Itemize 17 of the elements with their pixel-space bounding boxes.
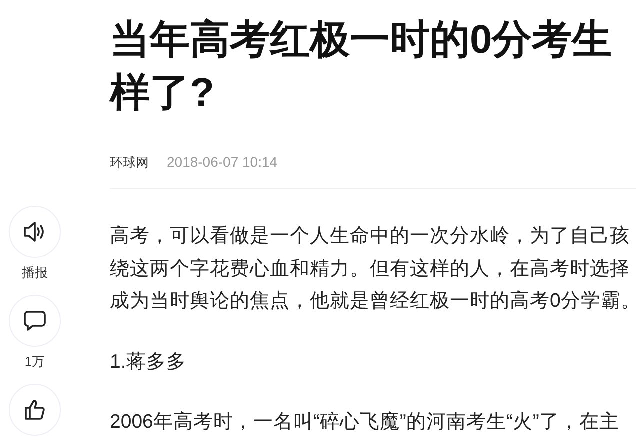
action-button[interactable] xyxy=(9,384,61,436)
action-button[interactable] xyxy=(9,206,61,258)
paragraph-line: 成为当时舆论的焦点，他就是曾经红极一时的高考0分学霸。 xyxy=(110,289,636,314)
action-label: 播报 xyxy=(22,264,48,282)
paragraph-line: 高考，可以看做是一个人生命中的一次分水岭，为了自己孩 xyxy=(110,224,631,249)
speaker-icon xyxy=(23,221,47,243)
source-name: 环球网 xyxy=(110,154,149,172)
paragraph-line: 2006年高考时，一名叫“碎心飞魔”的河南考生“火”了，在主 xyxy=(110,410,620,435)
paragraph-line: 1.蒋多多 xyxy=(110,350,188,374)
article-title: 样了? xyxy=(110,70,216,117)
action-button[interactable] xyxy=(9,295,61,347)
action-label: 1万 xyxy=(24,353,46,371)
article-title: 当年高考红极一时的0分考生 xyxy=(110,17,614,64)
comment-icon xyxy=(24,310,46,332)
publish-time: 2018-06-07 10:14 xyxy=(167,154,278,172)
paragraph-line: 绕这两个字花费心血和精力。但有这样的人，在高考时选择 xyxy=(110,256,631,282)
thumbs-up-icon xyxy=(24,399,46,421)
